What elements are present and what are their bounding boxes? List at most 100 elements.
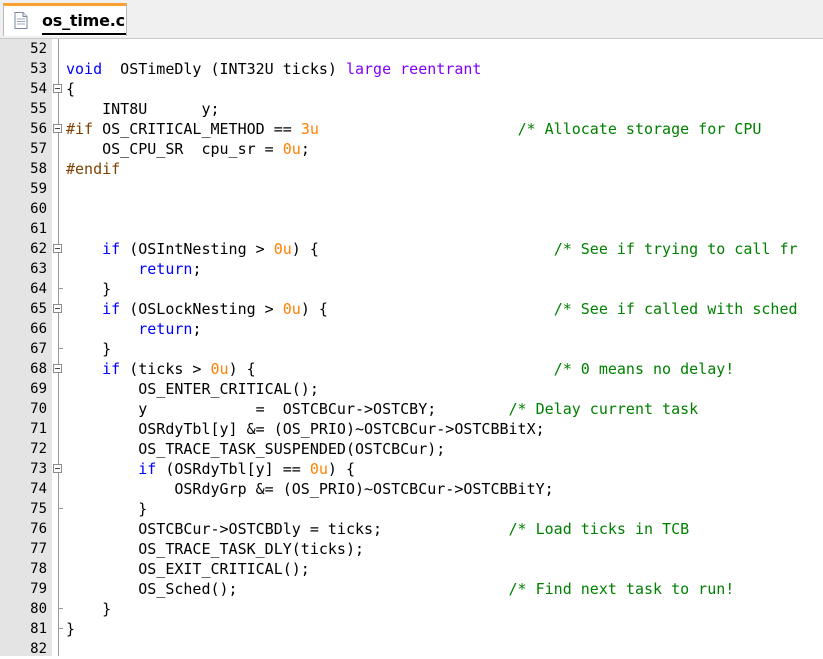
fold-toggle-icon[interactable] — [53, 364, 62, 373]
code-token: ) { — [300, 300, 554, 318]
code-token: } — [66, 620, 76, 638]
line-number: 77 — [30, 541, 47, 557]
code-token: OS_TRACE_TASK_SUSPENDED(OSTCBCur); — [66, 440, 446, 458]
code-token: OSRdyTbl[y] &= (OS_PRIO)~OSTCBCur->OSTCB… — [66, 420, 545, 438]
code-line[interactable]: 58 #endif — [0, 159, 823, 179]
line-number: 59 — [30, 181, 47, 197]
code-line[interactable]: 73 if (OSRdyTbl[y] == 0u) { — [0, 459, 823, 479]
code-token: large reentrant — [345, 60, 482, 78]
code-line[interactable]: 64 } — [0, 279, 823, 299]
code-token: ; — [300, 140, 310, 158]
code-line[interactable]: 57 OS_CPU_SR cpu_sr = 0u; — [0, 139, 823, 159]
code-line[interactable]: 82 — [0, 639, 823, 659]
tab-label-underline — [42, 33, 126, 35]
code-token: } — [66, 340, 112, 358]
code-line[interactable]: 71 OSRdyTbl[y] &= (OS_PRIO)~OSTCBCur->OS… — [0, 419, 823, 439]
code-editor[interactable]: 52 53 void OSTimeDly (INT32U ticks) large … — [0, 39, 823, 659]
code-text: void OSTimeDly (INT32U ticks) large reen… — [66, 59, 481, 79]
code-line[interactable]: 77 OS_TRACE_TASK_DLY(ticks); — [0, 539, 823, 559]
code-line[interactable]: 72 OS_TRACE_TASK_SUSPENDED(OSTCBCur); — [0, 439, 823, 459]
code-token: return — [138, 260, 193, 278]
code-token: if — [138, 460, 157, 478]
code-line[interactable]: 65 if (OSLockNesting > 0u) { /* See if c… — [0, 299, 823, 319]
fold-toggle-icon[interactable] — [53, 304, 62, 313]
code-token: (OSRdyTbl[y] == — [156, 460, 310, 478]
code-line[interactable]: 78 OS_EXIT_CRITICAL(); — [0, 559, 823, 579]
fold-toggle-icon[interactable] — [53, 244, 62, 253]
code-line[interactable]: 80 } — [0, 599, 823, 619]
code-text: #if OS_CRITICAL_METHOD == 3u /* Allocate… — [66, 119, 761, 139]
line-number: 71 — [30, 421, 47, 437]
code-line[interactable]: 76 OSTCBCur->OSTCBDly = ticks; /* Load t… — [0, 519, 823, 539]
code-token: OS_CRITICAL_METHOD == — [93, 120, 301, 138]
code-text: } — [66, 279, 111, 299]
code-text: OS_EXIT_CRITICAL(); — [66, 559, 310, 579]
code-line[interactable]: 79 OS_Sched(); /* Find next task to run! — [0, 579, 823, 599]
code-token: (ticks > — [120, 360, 211, 378]
tab-bar: os_time.c — [0, 0, 823, 39]
code-text: OS_Sched(); /* Find next task to run! — [66, 579, 734, 599]
code-text: OS_TRACE_TASK_DLY(ticks); — [66, 539, 364, 559]
code-token: 3u — [300, 120, 319, 138]
code-token: /* Load ticks in TCB — [508, 520, 690, 538]
code-token: OSTCBCur->OSTCBDly = ticks; — [66, 520, 509, 538]
code-line[interactable]: 66 return; — [0, 319, 823, 339]
code-line[interactable]: 59 — [0, 179, 823, 199]
line-number: 63 — [30, 261, 47, 277]
code-line[interactable]: 52 — [0, 39, 823, 59]
code-line[interactable]: 61 — [0, 219, 823, 239]
code-line[interactable]: 68 if (ticks > 0u) { /* 0 means no delay… — [0, 359, 823, 379]
line-number: 62 — [30, 241, 47, 257]
code-line[interactable]: 55 INT8U y; — [0, 99, 823, 119]
code-text: } — [66, 339, 111, 359]
line-number: 69 — [30, 381, 47, 397]
code-text: OS_ENTER_CRITICAL(); — [66, 379, 319, 399]
code-token: /* Allocate storage for CPU — [517, 120, 762, 138]
fold-toggle-icon[interactable] — [53, 124, 62, 133]
code-line[interactable]: 70 y = OSTCBCur->OSTCBY; /* Delay curren… — [0, 399, 823, 419]
code-token: /* Delay current task — [508, 400, 699, 418]
line-number: 70 — [30, 401, 47, 417]
code-text: OS_CPU_SR cpu_sr = 0u; — [66, 139, 310, 159]
code-text: if (OSRdyTbl[y] == 0u) { — [66, 459, 355, 479]
code-line[interactable]: 62 if (OSIntNesting > 0u) { /* See if tr… — [0, 239, 823, 259]
line-number: 76 — [30, 521, 47, 537]
code-text: y = OSTCBCur->OSTCBY; /* Delay current t… — [66, 399, 698, 419]
code-token: 0u — [273, 240, 292, 258]
line-number: 57 — [30, 141, 47, 157]
code-token: /* 0 means no delay! — [553, 360, 735, 378]
code-line[interactable]: 67 } — [0, 339, 823, 359]
fold-toggle-icon[interactable] — [53, 464, 62, 473]
line-number: 54 — [30, 81, 47, 97]
fold-end-marker — [58, 508, 63, 509]
code-line[interactable]: 81} — [0, 619, 823, 639]
code-line[interactable]: 69 OS_ENTER_CRITICAL(); — [0, 379, 823, 399]
code-line[interactable]: 63 return; — [0, 259, 823, 279]
fold-toggle-icon[interactable] — [53, 84, 62, 93]
code-text: #endif — [66, 159, 120, 179]
code-token: 0u — [210, 360, 229, 378]
tab-os-time-c[interactable]: os_time.c — [3, 3, 127, 36]
code-token: OS_EXIT_CRITICAL(); — [66, 560, 310, 578]
code-token: 0u — [282, 140, 301, 158]
code-line[interactable]: 75 } — [0, 499, 823, 519]
code-token: OS_ENTER_CRITICAL(); — [66, 380, 319, 398]
code-line[interactable]: 56 #if OS_CRITICAL_METHOD == 3u /* Alloca… — [0, 119, 823, 139]
code-text: OSRdyTbl[y] &= (OS_PRIO)~OSTCBCur->OSTCB… — [66, 419, 545, 439]
code-line[interactable]: 60 — [0, 199, 823, 219]
code-text: } — [66, 499, 147, 519]
code-line[interactable]: 54 { — [0, 79, 823, 99]
line-number: 67 — [30, 341, 47, 357]
line-number: 58 — [30, 161, 47, 177]
code-text: } — [66, 619, 75, 639]
code-line[interactable]: 53 void OSTimeDly (INT32U ticks) large re… — [0, 59, 823, 79]
code-token: OSRdyGrp &= (OS_PRIO)~OSTCBCur->OSTCBBit… — [66, 480, 554, 498]
code-text: } — [66, 599, 111, 619]
code-text: OSTCBCur->OSTCBDly = ticks; /* Load tick… — [66, 519, 689, 539]
code-line[interactable]: 74 OSRdyGrp &= (OS_PRIO)~OSTCBCur->OSTCB… — [0, 479, 823, 499]
tab-label: os_time.c — [42, 11, 125, 30]
code-token: /* See if called with sched — [553, 300, 798, 318]
